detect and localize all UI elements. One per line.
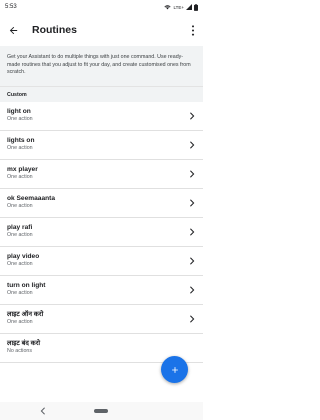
- chevron-right-icon: [188, 314, 196, 323]
- routine-title: turn on light: [7, 282, 46, 289]
- signal-icon: [186, 4, 192, 10]
- page-title: Routines: [32, 24, 77, 36]
- more-options-button[interactable]: [187, 21, 199, 39]
- routine-row[interactable]: turn on light One action: [0, 276, 203, 305]
- intro-text: Get your Assistant to do multiple things…: [0, 46, 203, 86]
- routine-subtitle: One action: [7, 145, 33, 151]
- routine-text: ok Seemaaanta One action: [7, 195, 188, 210]
- routine-title: play video: [7, 253, 40, 260]
- chevron-right-icon: [188, 111, 196, 120]
- routine-title: play rafi: [7, 224, 33, 231]
- routine-text: play rafi One action: [7, 224, 188, 239]
- routine-subtitle: One action: [7, 203, 33, 209]
- routine-row[interactable]: play rafi One action: [0, 218, 203, 247]
- routine-row[interactable]: mx player One action: [0, 160, 203, 189]
- routine-row[interactable]: lights on One action: [0, 131, 203, 160]
- routine-subtitle: No actions: [7, 348, 33, 354]
- chevron-right-icon: [188, 227, 196, 236]
- status-time: 5:53: [5, 4, 17, 10]
- routine-title: लाइट बंद करो: [7, 340, 41, 347]
- routine-subtitle: One action: [7, 290, 33, 296]
- chevron-right-icon: [188, 285, 196, 294]
- routine-text: mx player One action: [7, 166, 188, 181]
- routine-subtitle: One action: [7, 232, 33, 238]
- chevron-right-icon: [188, 169, 196, 178]
- routine-subtitle: One action: [7, 174, 33, 180]
- nav-home-pill[interactable]: [94, 409, 108, 413]
- routine-text: लाइट बंद करो No actions: [7, 340, 196, 355]
- back-button[interactable]: [4, 21, 22, 39]
- routine-title: ok Seemaaanta: [7, 195, 56, 202]
- system-nav-bar: [0, 402, 203, 420]
- section-header-custom: Custom: [0, 85, 203, 102]
- status-bar: 5:53 LTE+: [0, 0, 203, 14]
- routine-text: lights on One action: [7, 137, 188, 152]
- app-bar: Routines: [0, 14, 203, 46]
- add-routine-button[interactable]: [161, 356, 188, 383]
- nav-back-icon[interactable]: [40, 407, 46, 415]
- routine-text: लाइट ऑन करो One action: [7, 311, 188, 326]
- routine-subtitle: One action: [7, 319, 33, 325]
- hotspot-icon: [164, 5, 172, 10]
- routine-row[interactable]: play video One action: [0, 247, 203, 276]
- routine-title: mx player: [7, 166, 38, 173]
- routine-subtitle: One action: [7, 261, 33, 267]
- status-icons: LTE+: [164, 3, 198, 11]
- routine-row[interactable]: light on One action: [0, 102, 203, 131]
- routine-text: light on One action: [7, 108, 188, 123]
- battery-icon: [194, 3, 198, 11]
- routine-title: light on: [7, 108, 31, 115]
- chevron-right-icon: [188, 256, 196, 265]
- more-vert-icon: [191, 24, 195, 36]
- chevron-right-icon: [188, 198, 196, 207]
- routine-row[interactable]: ok Seemaaanta One action: [0, 189, 203, 218]
- routine-text: turn on light One action: [7, 282, 188, 297]
- add-icon: [171, 366, 178, 373]
- routine-row[interactable]: लाइट ऑन करो One action: [0, 305, 203, 334]
- routine-subtitle: One action: [7, 116, 33, 122]
- network-type: LTE+: [173, 4, 184, 10]
- arrow-back-icon: [9, 26, 17, 34]
- routine-title: lights on: [7, 137, 35, 144]
- routine-text: play video One action: [7, 253, 188, 268]
- chevron-right-icon: [188, 140, 196, 149]
- routine-title: लाइट ऑन करो: [7, 311, 44, 318]
- routine-list: light on One action lights on One action…: [0, 102, 203, 363]
